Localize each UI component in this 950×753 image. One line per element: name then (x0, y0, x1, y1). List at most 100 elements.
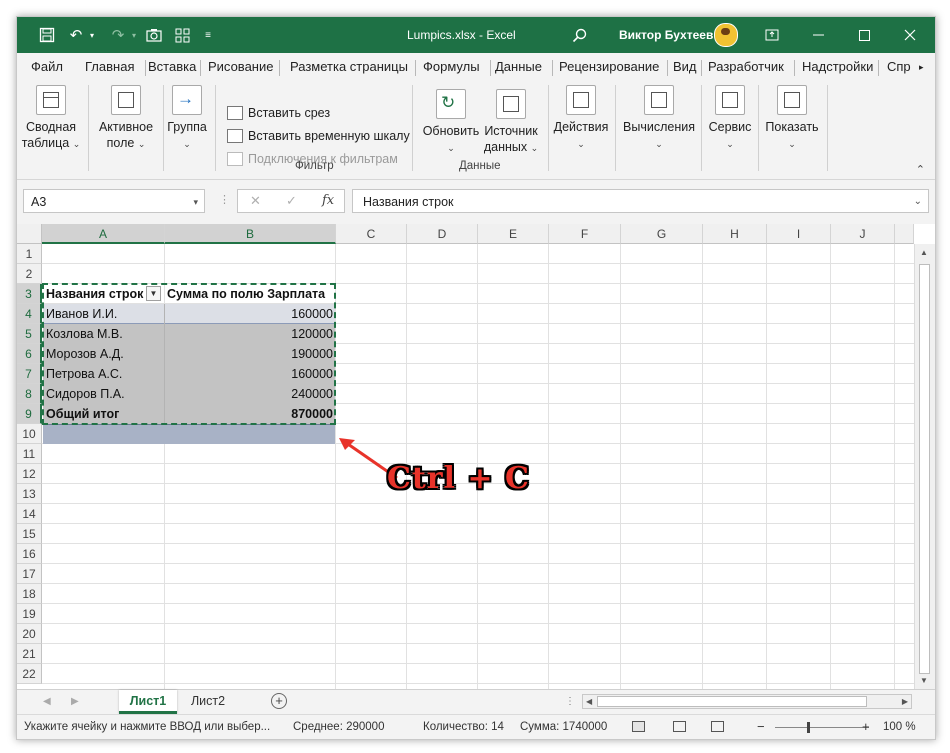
row-header[interactable]: 4 (17, 304, 42, 324)
insert-timeline-button[interactable]: Вставить временную шкалу (227, 126, 410, 146)
row-header[interactable]: 13 (17, 484, 42, 504)
row-header[interactable]: 8 (17, 384, 42, 404)
row-header[interactable]: 6 (17, 344, 42, 364)
page-break-view-icon[interactable] (711, 721, 724, 732)
normal-view-icon[interactable] (632, 721, 645, 732)
zoom-slider[interactable] (775, 727, 869, 728)
tab-view[interactable]: Вид (667, 53, 703, 81)
column-header[interactable]: J (831, 224, 895, 244)
scroll-down-icon[interactable]: ▼ (920, 676, 928, 685)
column-header[interactable]: B (165, 224, 336, 244)
tab-addins[interactable]: Надстройки (796, 53, 879, 81)
user-name[interactable]: Виктор Бухтеев (619, 17, 713, 53)
row-header[interactable]: 2 (17, 264, 42, 284)
row-header[interactable]: 11 (17, 444, 42, 464)
tab-file[interactable]: Файл (25, 53, 69, 81)
avatar[interactable] (714, 23, 738, 47)
calculations-button[interactable]: Вычисления ⌄ (621, 85, 697, 152)
ribbon-display-options-icon[interactable] (749, 17, 795, 53)
row-header[interactable]: 19 (17, 604, 42, 624)
column-header[interactable]: I (767, 224, 831, 244)
show-button[interactable]: Показать ⌄ (763, 85, 821, 152)
refresh-button[interactable]: ↻ Обновить ⌄ (421, 85, 481, 156)
row-header[interactable]: 7 (17, 364, 42, 384)
row-header[interactable]: 12 (17, 464, 42, 484)
sheet-tab-list1[interactable]: Лист1 (119, 690, 177, 714)
redo-icon[interactable]: ↷ (107, 17, 129, 53)
chevron-down-icon[interactable]: ▾ (193, 190, 198, 214)
group-button[interactable]: → Группа ⌄ (165, 85, 209, 152)
pivot-table-button[interactable]: Сводная таблица ⌄ (21, 85, 81, 152)
row-header[interactable]: 15 (17, 524, 42, 544)
tab-review[interactable]: Рецензирование (553, 53, 665, 81)
minimize-button[interactable] (795, 17, 841, 53)
vertical-scroll-thumb[interactable] (919, 264, 930, 674)
column-header[interactable]: G (621, 224, 703, 244)
scroll-left-icon[interactable]: ◀ (586, 695, 592, 708)
insert-function-icon[interactable]: fx (322, 190, 334, 212)
next-sheet-icon[interactable]: ▶ (71, 690, 79, 714)
close-button[interactable] (887, 17, 933, 53)
insert-slicer-button[interactable]: Вставить срез (227, 103, 330, 123)
scroll-right-icon[interactable]: ▶ (902, 695, 908, 708)
column-header[interactable]: E (478, 224, 549, 244)
formula-input[interactable]: Названия строк ⌄ (352, 189, 929, 213)
actions-button[interactable]: Действия ⌄ (553, 85, 609, 152)
sheet-tab-list2[interactable]: Лист2 (181, 690, 235, 714)
row-header[interactable]: 10 (17, 424, 42, 444)
status-sum[interactable]: Сумма: 1740000 (520, 715, 607, 739)
search-icon[interactable] (567, 17, 591, 53)
tab-formulas[interactable]: Формулы (417, 53, 486, 81)
horizontal-scroll-thumb[interactable] (597, 696, 867, 707)
tools-button[interactable]: Сервис ⌄ (707, 85, 753, 152)
spreadsheet-grid[interactable]: A B C D E F G H I J 1 2 3 4 5 6 7 8 9 10… (17, 224, 935, 689)
page-layout-view-icon[interactable] (673, 721, 686, 732)
horizontal-scrollbar[interactable]: ◀ ▶ (582, 694, 912, 709)
row-header[interactable]: 17 (17, 564, 42, 584)
row-header[interactable]: 18 (17, 584, 42, 604)
column-header[interactable]: C (336, 224, 407, 244)
row-header[interactable]: 16 (17, 544, 42, 564)
tab-developer[interactable]: Разработчик (702, 53, 790, 81)
undo-dropdown-icon[interactable]: ▾ (87, 17, 97, 53)
scroll-up-icon[interactable]: ▲ (920, 248, 928, 257)
undo-icon[interactable]: ↶ (65, 17, 87, 53)
prev-sheet-icon[interactable]: ◀ (43, 690, 51, 714)
tabs-scroll-right-icon[interactable]: ▸ (913, 53, 930, 81)
name-box[interactable]: A3 ▾ (23, 189, 205, 213)
redo-dropdown-icon[interactable]: ▾ (129, 17, 139, 53)
maximize-button[interactable] (841, 17, 887, 53)
column-header[interactable]: H (703, 224, 767, 244)
tab-home[interactable]: Главная (79, 53, 140, 81)
vertical-scrollbar[interactable]: ▲ ▼ (914, 244, 935, 689)
customize-quick-access-icon[interactable]: ≡ (201, 17, 215, 53)
column-header[interactable]: F (549, 224, 621, 244)
collapse-ribbon-icon[interactable]: ⌃ (916, 163, 925, 176)
active-field-button[interactable]: Активное поле ⌄ (95, 85, 157, 152)
change-source-button[interactable]: Источник данных ⌄ (481, 85, 541, 156)
select-all-corner[interactable] (17, 224, 42, 244)
tab-help[interactable]: Спр (881, 53, 917, 81)
zoom-level[interactable]: 100 % (883, 715, 916, 739)
row-header[interactable]: 22 (17, 664, 42, 684)
expand-formula-bar-icon[interactable]: ⌄ (914, 190, 922, 214)
zoom-slider-knob[interactable] (807, 722, 810, 733)
enter-icon[interactable]: ✓ (286, 190, 297, 212)
row-header[interactable]: 14 (17, 504, 42, 524)
formula-bar-grip-icon[interactable]: ⋮ (219, 193, 230, 206)
tab-page-layout[interactable]: Разметка страницы (284, 53, 414, 81)
column-header[interactable]: A (42, 224, 165, 244)
row-header[interactable]: 5 (17, 324, 42, 344)
row-header[interactable]: 9 (17, 404, 42, 424)
status-count[interactable]: Количество: 14 (423, 715, 504, 739)
tab-data[interactable]: Данные (489, 53, 548, 81)
camera-icon[interactable] (143, 17, 165, 53)
form-icon[interactable] (171, 17, 193, 53)
row-header[interactable]: 1 (17, 244, 42, 264)
add-sheet-icon[interactable]: + (271, 693, 287, 709)
tab-split-grip-icon[interactable]: ⋮ (565, 690, 575, 714)
row-header[interactable]: 3 (17, 284, 42, 304)
zoom-in-icon[interactable]: + (862, 715, 870, 739)
status-average[interactable]: Среднее: 290000 (293, 715, 384, 739)
cancel-icon[interactable]: ✕ (250, 190, 261, 212)
